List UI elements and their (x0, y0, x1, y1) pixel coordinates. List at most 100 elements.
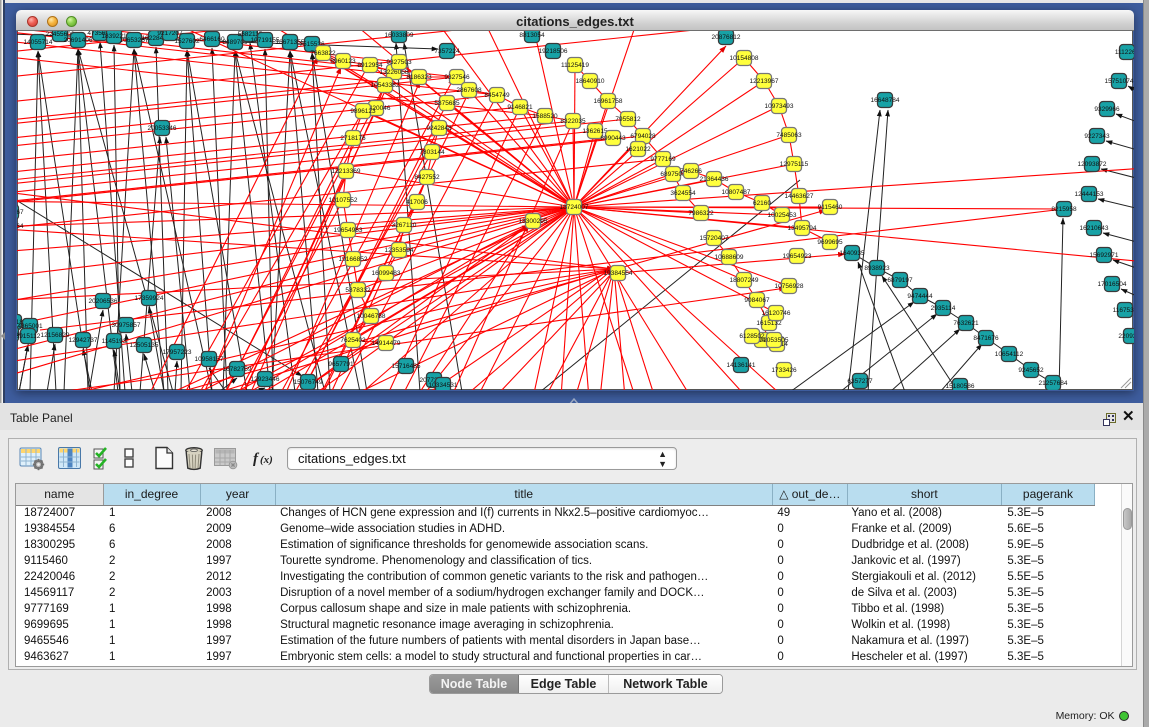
svg-text:12353594: 12353594 (385, 247, 414, 254)
svg-text:9146821: 9146821 (507, 104, 533, 111)
svg-text:19299464: 19299464 (17, 223, 24, 230)
svg-text:8938923: 8938923 (864, 265, 890, 272)
svg-text:1733426: 1733426 (771, 367, 797, 374)
svg-text:6879197: 6879197 (887, 277, 913, 284)
svg-text:6794028: 6794028 (630, 133, 656, 140)
svg-text:12213369: 12213369 (332, 168, 361, 175)
svg-text:9896123: 9896123 (350, 108, 376, 115)
svg-text:746266: 746266 (680, 168, 702, 175)
svg-text:13226058: 13226058 (380, 69, 409, 76)
svg-text:3267110: 3267110 (392, 222, 417, 229)
svg-text:10807487: 10807487 (722, 189, 751, 196)
svg-text:12942737: 12942737 (69, 337, 98, 344)
svg-text:8322035: 8322035 (560, 118, 586, 125)
svg-text:3915112: 3915112 (17, 333, 41, 340)
svg-text:1112263: 1112263 (1115, 49, 1134, 56)
svg-text:1145193: 1145193 (102, 338, 127, 345)
svg-text:9327503: 9327503 (386, 59, 412, 66)
svg-text:5875685: 5875685 (434, 100, 460, 107)
svg-text:19654983: 19654983 (334, 227, 363, 234)
svg-text:12505135: 12505135 (130, 342, 159, 349)
svg-text:9115460: 9115460 (818, 204, 843, 211)
svg-text:417006: 417006 (406, 199, 428, 206)
svg-text:2867608: 2867608 (456, 87, 482, 94)
svg-text:16120746: 16120746 (762, 310, 791, 317)
svg-text:6357277: 6357277 (847, 378, 873, 385)
svg-text:9242848: 9242848 (426, 125, 452, 132)
svg-text:10958157: 10958157 (195, 356, 224, 363)
svg-text:19166852: 19166852 (339, 256, 368, 263)
svg-text:14463627: 14463627 (785, 193, 814, 200)
svg-text:13495794: 13495794 (788, 225, 817, 232)
svg-text:14914479: 14914479 (372, 340, 401, 347)
svg-text:17016504: 17016504 (1098, 281, 1127, 288)
svg-text:7625402: 7625402 (340, 337, 366, 344)
svg-text:18807249: 18807249 (730, 277, 759, 284)
svg-text:1167534: 1167534 (1113, 307, 1134, 314)
svg-text:15180586: 15180586 (946, 383, 975, 390)
svg-text:17359924: 17359924 (135, 295, 164, 302)
svg-text:9699695: 9699695 (817, 239, 843, 246)
svg-text:8471676: 8471676 (973, 335, 999, 342)
svg-text:8186323: 8186323 (406, 74, 432, 81)
svg-text:1362615: 1362615 (582, 128, 608, 135)
svg-text:8813054: 8813054 (519, 32, 545, 39)
svg-text:10756928: 10756928 (775, 283, 804, 290)
svg-text:1615132: 1615132 (756, 320, 782, 327)
svg-text:18640910: 18640910 (576, 78, 605, 85)
svg-text:20206536: 20206536 (89, 298, 118, 305)
svg-text:14136141: 14136141 (727, 362, 756, 369)
svg-text:15076749: 15076749 (294, 379, 323, 386)
svg-text:20053346: 20053346 (148, 125, 177, 132)
svg-text:16648784: 16648784 (871, 97, 900, 104)
svg-text:9329966: 9329966 (1094, 106, 1120, 113)
svg-text:11125419: 11125419 (561, 62, 589, 69)
svg-text:9777169: 9777169 (650, 156, 676, 163)
svg-text:10688609: 10688609 (715, 254, 744, 261)
svg-text:22053505: 22053505 (760, 337, 789, 344)
svg-text:7357224: 7357224 (434, 48, 460, 55)
svg-text:2935114: 2935114 (931, 305, 956, 312)
svg-text:8215958: 8215958 (1051, 206, 1077, 213)
svg-text:3624554: 3624554 (670, 190, 696, 197)
svg-text:15720407: 15720407 (700, 235, 729, 242)
svg-text:12156829: 12156829 (41, 332, 70, 339)
svg-text:1588520: 1588520 (532, 113, 558, 120)
svg-text:15716485: 15716485 (392, 363, 421, 370)
svg-text:62160: 62160 (753, 200, 771, 207)
svg-text:7485063: 7485063 (776, 132, 802, 139)
svg-text:10654112: 10654112 (995, 351, 1024, 358)
svg-text:18724007: 18724007 (560, 204, 589, 211)
svg-text:(x): (x) (260, 454, 273, 466)
svg-text:9327546: 9327546 (444, 74, 470, 81)
svg-text:10154808: 10154808 (730, 55, 759, 62)
svg-text:9084067: 9084067 (744, 297, 770, 304)
svg-text:7632621: 7632621 (953, 320, 979, 327)
svg-text:8912954: 8912954 (357, 62, 383, 69)
svg-text:10334531: 10334531 (429, 382, 458, 389)
svg-text:18300295: 18300295 (519, 218, 548, 225)
svg-text:6466160: 6466160 (199, 36, 225, 43)
svg-text:1527602: 1527602 (174, 38, 200, 45)
svg-text:16099483: 16099483 (372, 270, 401, 277)
svg-text:16961758: 16961758 (594, 98, 623, 105)
svg-text:5878332: 5878332 (345, 287, 371, 294)
svg-text:19218506: 19218506 (539, 48, 568, 55)
svg-text:10107552: 10107552 (329, 197, 358, 204)
svg-text:15751074: 15751074 (1105, 78, 1134, 85)
svg-text:7955812: 7955812 (615, 116, 641, 123)
svg-text:f: f (253, 451, 260, 467)
svg-text:7663822: 7663822 (310, 50, 336, 57)
svg-text:12975115: 12975115 (780, 161, 809, 168)
svg-text:16033809: 16033809 (385, 32, 414, 39)
svg-text:21364436: 21364436 (700, 176, 729, 183)
svg-text:15692971: 15692971 (1090, 252, 1119, 259)
svg-text:9657791: 9657791 (328, 361, 354, 368)
svg-text:30975857: 30975857 (112, 322, 141, 329)
svg-text:1640935: 1640935 (839, 250, 865, 257)
svg-text:10543382: 10543382 (371, 82, 400, 89)
svg-text:4439167: 4439167 (17, 209, 24, 216)
svg-text:7986322: 7986322 (688, 210, 714, 217)
svg-text:14055714: 14055714 (24, 39, 53, 46)
svg-text:12444153: 12444153 (1075, 191, 1104, 198)
